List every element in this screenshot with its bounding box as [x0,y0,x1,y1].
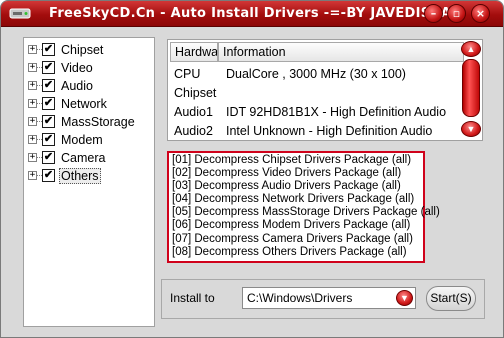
log-line: [02] Decompress Video Drivers Package (a… [172,167,402,180]
tree-item-camera[interactable]: + ✔ Camera [24,149,154,167]
info-scrollbar[interactable]: ▲ ▼ [461,41,481,139]
progress-log[interactable]: [01] Decompress Chipset Drivers Package … [167,151,440,263]
scroll-thumb[interactable] [462,59,480,117]
hardware-cell: Chipset [174,86,217,100]
install-panel: Install to C:\Windows\Drivers ▼ Start(S) [161,279,485,319]
expand-icon[interactable]: + [28,153,37,162]
log-line: [08] Decompress Others Drivers Package (… [172,245,407,258]
chevron-down-icon: ▼ [466,124,476,134]
log-line: [03] Decompress Audio Drivers Package (a… [172,180,401,193]
information-cell: Intel Unknown - High Definition Audio [226,124,433,138]
tree-label[interactable]: Audio [59,79,95,93]
restore-button[interactable]: ▫ [447,4,466,23]
tree-label[interactable]: Network [59,97,109,111]
log-line: [07] Decompress Camera Drivers Package (… [172,232,413,245]
tree-item-video[interactable]: + ✔ Video [24,59,154,77]
close-icon: × [475,7,486,20]
tree-item-massstorage[interactable]: + ✔ MassStorage [24,113,154,131]
expand-icon[interactable]: + [28,45,37,54]
tree-item-others[interactable]: + ✔ Others [24,167,154,185]
checkbox-others[interactable]: ✔ [42,169,55,182]
checkbox-audio[interactable]: ✔ [42,79,55,92]
start-button[interactable]: Start(S) [426,286,476,311]
column-header-hardware[interactable]: Hardwa [170,42,218,62]
checkbox-massstorage[interactable]: ✔ [42,115,55,128]
expand-icon[interactable]: + [28,99,37,108]
info-row[interactable]: Audio2 Intel Unknown - High Definition A… [168,123,468,140]
tree-label[interactable]: Others [59,168,101,184]
window-title: FreeSkyCD.Cn - Auto Install Drivers -=-B… [49,6,461,21]
drive-icon [9,8,31,19]
scroll-up-button[interactable]: ▲ [461,41,481,57]
tree-item-audio[interactable]: + ✔ Audio [24,77,154,95]
information-cell: DualCore , 3000 MHz (30 x 100) [226,67,406,81]
checkbox-video[interactable]: ✔ [42,61,55,74]
tree-label[interactable]: Camera [59,151,107,165]
chevron-up-icon: ▲ [466,44,476,54]
tree-label[interactable]: Video [59,61,95,75]
install-path-combo[interactable]: C:\Windows\Drivers ▼ [242,287,416,309]
tree-item-network[interactable]: + ✔ Network [24,95,154,113]
checkbox-network[interactable]: ✔ [42,97,55,110]
hardware-cell: CPU [174,67,201,81]
path-dropdown-button[interactable]: ▼ [396,290,413,306]
app-window: FreeSkyCD.Cn - Auto Install Drivers -=-B… [0,0,504,338]
hardware-info-list: Hardwa Information CPU DualCore , 3000 M… [167,39,483,141]
scroll-down-button[interactable]: ▼ [461,121,481,137]
tree-item-chipset[interactable]: + ✔ Chipset [24,41,154,59]
hardware-cell: Audio2 [174,124,213,138]
log-line: [05] Decompress MassStorage Drivers Pack… [172,206,440,219]
expand-icon[interactable]: + [28,135,37,144]
information-cell: IDT 92HD81B1X - High Definition Audio [226,105,447,119]
driver-category-tree: + ✔ Chipset + ✔ Video + ✔ Audio + ✔ Netw… [23,37,155,327]
expand-icon[interactable]: + [28,117,37,126]
title-bar[interactable]: FreeSkyCD.Cn - Auto Install Drivers -=-B… [1,1,503,27]
install-to-label: Install to [170,291,215,305]
expand-icon[interactable]: + [28,81,37,90]
info-row[interactable]: Audio1 IDT 92HD81B1X - High Definition A… [168,104,468,123]
tree-label[interactable]: Chipset [59,43,105,57]
log-line: [06] Decompress Modem Drivers Package (a… [172,219,411,232]
minimize-icon: – [430,7,437,20]
checkbox-modem[interactable]: ✔ [42,133,55,146]
hardware-cell: Audio1 [174,105,213,119]
expand-icon[interactable]: + [28,63,37,72]
restore-icon: ▫ [452,7,461,20]
expand-icon[interactable]: + [28,171,37,180]
checkbox-camera[interactable]: ✔ [42,151,55,164]
tree-label[interactable]: Modem [59,133,105,147]
info-row[interactable]: Chipset [168,85,468,104]
close-button[interactable]: × [471,4,490,23]
checkbox-chipset[interactable]: ✔ [42,43,55,56]
info-row[interactable]: CPU DualCore , 3000 MHz (30 x 100) [168,66,468,85]
minimize-button[interactable]: – [424,4,443,23]
chevron-down-icon: ▼ [400,293,409,303]
tree-label[interactable]: MassStorage [59,115,137,129]
tree-item-modem[interactable]: + ✔ Modem [24,131,154,149]
log-line: [04] Decompress Network Drivers Package … [172,193,415,206]
install-path-value[interactable]: C:\Windows\Drivers [247,291,352,305]
column-header-information[interactable]: Information [218,42,464,62]
log-line: [01] Decompress Chipset Drivers Package … [172,154,412,166]
